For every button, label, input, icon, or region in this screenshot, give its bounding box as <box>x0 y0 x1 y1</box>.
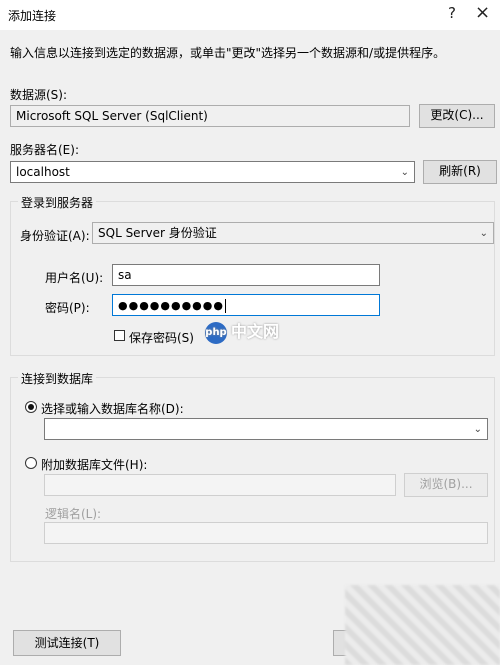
change-button[interactable]: 更改(C)... <box>419 104 495 128</box>
browse-button[interactable]: 浏览(B)... <box>404 473 488 497</box>
auth-label: 身份验证(A): <box>20 229 90 243</box>
title-bar: 添加连接 ? × <box>0 0 500 30</box>
watermark: php 中文网 <box>205 318 279 344</box>
username-label: 用户名(U): <box>45 271 104 285</box>
select-db-label[interactable]: 选择或输入数据库名称(D): <box>41 400 184 417</box>
help-button[interactable]: ? <box>448 4 456 22</box>
username-input[interactable]: sa <box>112 264 380 286</box>
save-password-checkbox[interactable] <box>114 330 125 341</box>
chevron-down-icon[interactable]: ⌄ <box>480 226 488 242</box>
refresh-button[interactable]: 刷新(R) <box>423 160 497 184</box>
close-button[interactable]: × <box>475 2 490 23</box>
auth-value: SQL Server 身份验证 <box>98 226 217 240</box>
save-password-label[interactable]: 保存密码(S) <box>129 329 194 346</box>
chevron-down-icon[interactable]: ⌄ <box>474 422 482 438</box>
attach-db-label[interactable]: 附加数据库文件(H): <box>41 456 147 473</box>
auth-select[interactable]: SQL Server 身份验证 ⌄ <box>92 222 494 244</box>
chevron-down-icon[interactable]: ⌄ <box>401 165 409 181</box>
database-group-title: 连接到数据库 <box>18 370 97 387</box>
datasource-field: Microsoft SQL Server (SqlClient) <box>10 105 410 127</box>
window-title: 添加连接 <box>8 9 57 23</box>
attach-db-radio[interactable] <box>25 457 37 469</box>
server-value: localhost <box>16 165 70 179</box>
intro-text: 输入信息以连接到选定的数据源，或单击"更改"选择另一个数据源和/或提供程序。 <box>10 46 446 60</box>
login-group-title: 登录到服务器 <box>18 194 97 211</box>
password-value: ●●●●●●●●●● <box>118 299 224 312</box>
logical-name-input[interactable] <box>44 522 488 544</box>
php-logo-icon: php <box>205 321 227 344</box>
test-connection-button[interactable]: 测试连接(T) <box>13 630 121 656</box>
logical-name-label: 逻辑名(L): <box>45 507 102 521</box>
password-label: 密码(P): <box>45 301 90 315</box>
server-combobox[interactable]: localhost ⌄ <box>10 161 415 183</box>
blurred-corner <box>345 585 500 665</box>
password-input[interactable]: ●●●●●●●●●● <box>112 294 380 316</box>
server-label: 服务器名(E): <box>10 143 79 157</box>
db-name-combobox[interactable]: ⌄ <box>44 418 488 440</box>
watermark-text: 中文网 <box>231 322 280 341</box>
text-caret <box>224 298 226 313</box>
datasource-label: 数据源(S): <box>10 88 68 102</box>
select-db-radio[interactable] <box>25 401 37 413</box>
attach-file-input[interactable] <box>44 474 396 496</box>
